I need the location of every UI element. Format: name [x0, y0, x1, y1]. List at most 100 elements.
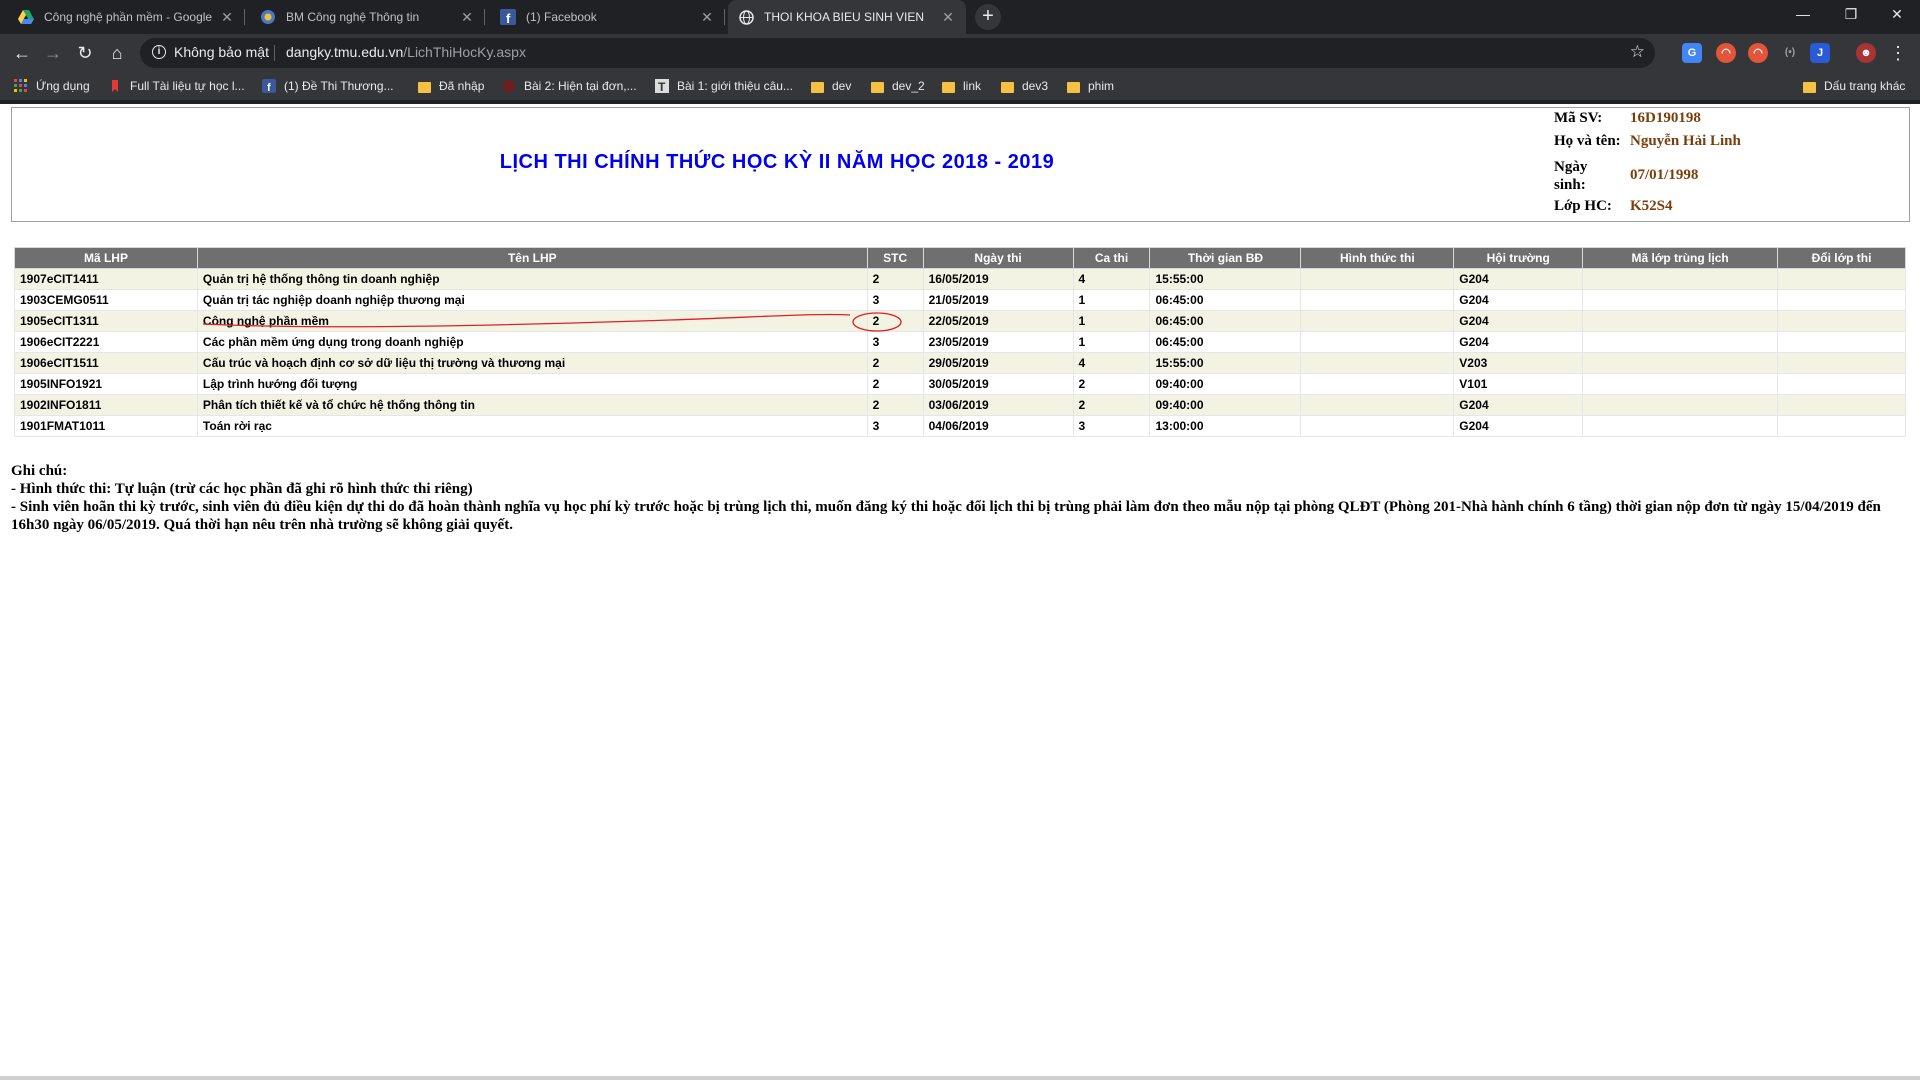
column-header[interactable]: Đổi lớp thi	[1777, 247, 1906, 269]
table-body: 1907eCIT1411 Quản trị hệ thống thông tin …	[14, 268, 1906, 437]
bookmark-label: Ứng dụng	[36, 79, 90, 93]
room-cell: G204	[1453, 268, 1584, 290]
close-icon[interactable]: ✕	[219, 9, 235, 26]
menu-kebab-icon[interactable]: ⋮	[1886, 41, 1910, 65]
new-tab-button[interactable]: +	[975, 4, 1001, 30]
back-arrow-icon[interactable]: ←	[10, 41, 34, 65]
student-id-label: Mã SV:	[1554, 110, 1603, 126]
globe-icon	[738, 9, 754, 25]
column-header[interactable]: Hình thức thi	[1300, 247, 1455, 269]
exam-date-cell: 04/06/2019	[922, 415, 1074, 437]
student-name-row: Họ và tên: Nguyễn Hải Linh	[1554, 133, 1741, 150]
bookmark-label: (1) Đề Thi Thương...	[284, 79, 394, 93]
bookmark-label: Bài 2: Hiện tại đơn,...	[524, 79, 637, 93]
conflict-class-cell	[1582, 373, 1779, 395]
security-label[interactable]: Không bảo mật	[174, 44, 269, 60]
folder-icon	[811, 81, 824, 93]
bookmark-label: dev_2	[892, 79, 925, 93]
t-letter-icon: T	[655, 79, 669, 94]
page-title: LỊCH THI CHÍNH THỨC HỌC KỲ II NĂM HỌC 20…	[499, 151, 1055, 173]
bookmark-folder[interactable]: dev_2	[871, 76, 925, 96]
course-code-cell: 1901FMAT1011	[14, 415, 198, 437]
column-header[interactable]: Tên LHP	[196, 247, 868, 269]
bookmark-star-icon[interactable]: ☆	[1630, 42, 1645, 62]
bookmark-folder[interactable]: phim	[1067, 76, 1114, 96]
bookmark-item[interactable]: Bài 2: Hiện tại đơn,...	[502, 76, 637, 96]
info-icon[interactable]: i	[152, 45, 166, 59]
table-row: 1906eCIT1511 Cấu trúc và hoạch định cơ sở…	[14, 352, 1906, 374]
column-header[interactable]: Ngày thi	[922, 247, 1074, 269]
bookmark-item[interactable]: f (1) Đề Thi Thương...	[262, 76, 394, 96]
bookmark-label: dev	[832, 79, 852, 93]
close-icon[interactable]: ✕	[699, 9, 715, 26]
minimize-icon[interactable]: —	[1780, 0, 1826, 30]
extension-icon[interactable]: ◠	[1748, 43, 1768, 63]
url-text[interactable]: dangky.tmu.edu.vn/LichThiHocKy.aspx	[286, 44, 526, 60]
bookmark-label: Bài 1: giới thiệu câu...	[677, 79, 793, 93]
tab-google-drive[interactable]: Công nghệ phần mềm - Google ✕	[8, 0, 245, 34]
column-header[interactable]: Ca thi	[1072, 247, 1151, 269]
status-line	[0, 1076, 1920, 1080]
bookmark-label: link	[963, 79, 982, 93]
credits-cell: 3	[866, 289, 924, 311]
table-row: 1902INFO1811 Phân tích thiết kế và tổ chứ…	[14, 394, 1906, 416]
reload-icon[interactable]: ↻	[73, 41, 97, 65]
bookmark-item[interactable]: T Bài 1: giới thiệu câu...	[655, 76, 793, 96]
close-icon[interactable]: ✕	[940, 9, 956, 26]
column-header[interactable]: Thời gian BĐ	[1149, 247, 1302, 269]
credits-cell: 3	[866, 331, 924, 353]
start-time-cell: 15:55:00	[1149, 352, 1302, 374]
tab-facebook[interactable]: f (1) Facebook ✕	[490, 0, 725, 34]
window-close-icon[interactable]: ✕	[1874, 0, 1920, 30]
course-name-cell: Quản trị hệ thống thông tin doanh nghiệp	[196, 268, 868, 290]
extension-j-icon[interactable]: J	[1810, 43, 1830, 63]
credits-cell: 2	[866, 394, 924, 416]
exam-form-cell	[1300, 352, 1455, 374]
column-header[interactable]: STC	[866, 247, 924, 269]
bookmark-label: Full Tài liệu tự học l...	[130, 79, 245, 93]
bookmark-folder[interactable]: link	[942, 76, 981, 96]
bookmark-item[interactable]: Full Tài liệu tự học l...	[108, 76, 245, 96]
table-row: 1906eCIT2221 Các phần mềm ứng dụng trong …	[14, 331, 1906, 353]
tab-active-schedule[interactable]: THOI KHOA BIEU SINH VIEN ✕	[728, 0, 966, 34]
credits-cell: 2	[866, 310, 924, 332]
facebook-icon: f	[262, 79, 276, 94]
change-class-cell	[1777, 310, 1906, 332]
bookmark-label: dev3	[1022, 79, 1049, 93]
address-bar[interactable]: i Không bảo mật dangky.tmu.edu.vn/LichTh…	[140, 38, 1655, 68]
column-header[interactable]: Mã lớp trùng lịch	[1582, 247, 1779, 269]
close-icon[interactable]: ✕	[459, 9, 475, 26]
bookmark-folder[interactable]: Đã nhập	[418, 76, 484, 96]
column-header[interactable]: Hội trường	[1453, 247, 1584, 269]
extension-icon[interactable]: (•)	[1780, 43, 1800, 63]
course-code-cell: 1902INFO1811	[14, 394, 198, 416]
avatar[interactable]: ☻	[1856, 43, 1876, 63]
tab-bm-cntt[interactable]: BM Công nghệ Thông tin ✕	[250, 0, 485, 34]
table-row: 1905INFO1921 Lập trình hướng đối tượng 2 30…	[14, 373, 1906, 395]
notes-line: - Sinh viên hoãn thi kỳ trước, sinh viên…	[11, 499, 1881, 533]
course-name-cell: Các phần mềm ứng dụng trong doanh nghiệp	[196, 331, 868, 353]
bookmark-apps[interactable]: Ứng dụng	[14, 76, 90, 96]
tab-title: (1) Facebook	[526, 10, 597, 24]
exam-date-cell: 23/05/2019	[922, 331, 1074, 353]
column-header[interactable]: Mã LHP	[14, 247, 198, 269]
student-id-row: Mã SV: 16D190198	[1554, 110, 1701, 127]
student-class-value: K52S4	[1630, 198, 1673, 214]
start-time-cell: 13:00:00	[1149, 415, 1302, 437]
forward-arrow-icon[interactable]: →	[41, 41, 65, 65]
student-dob-row: Ngày sinh: 07/01/1998	[1554, 158, 1698, 194]
folder-icon	[1067, 81, 1080, 93]
translate-icon[interactable]: G	[1682, 43, 1702, 63]
other-bookmarks[interactable]: Dấu trang khác	[1803, 76, 1905, 96]
bookmark-folder[interactable]: dev	[811, 76, 851, 96]
course-name-cell: Lập trình hướng đối tượng	[196, 373, 868, 395]
restore-icon[interactable]: ❐	[1828, 0, 1874, 30]
home-icon[interactable]: ⌂	[105, 41, 129, 65]
folder-icon	[1001, 81, 1014, 93]
folder-icon	[418, 81, 431, 93]
browser-toolbar: ← → ↻ ⌂ i Không bảo mật dangky.tmu.edu.v…	[0, 34, 1920, 72]
change-class-cell	[1777, 331, 1906, 353]
divider	[274, 45, 275, 61]
bookmark-folder[interactable]: dev3	[1001, 76, 1048, 96]
extension-icon[interactable]: ◠	[1716, 43, 1736, 63]
